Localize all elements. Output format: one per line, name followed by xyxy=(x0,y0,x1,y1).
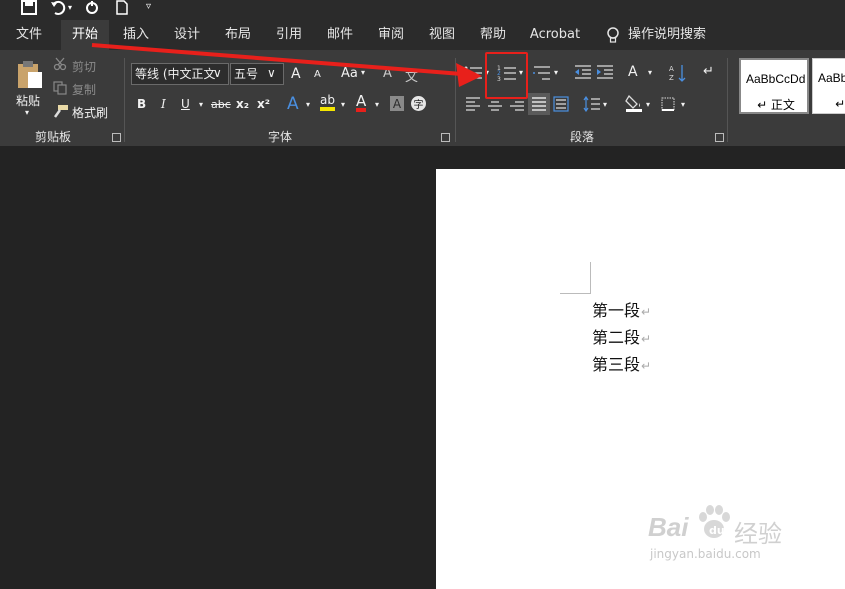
annotation-arrow xyxy=(91,43,482,87)
